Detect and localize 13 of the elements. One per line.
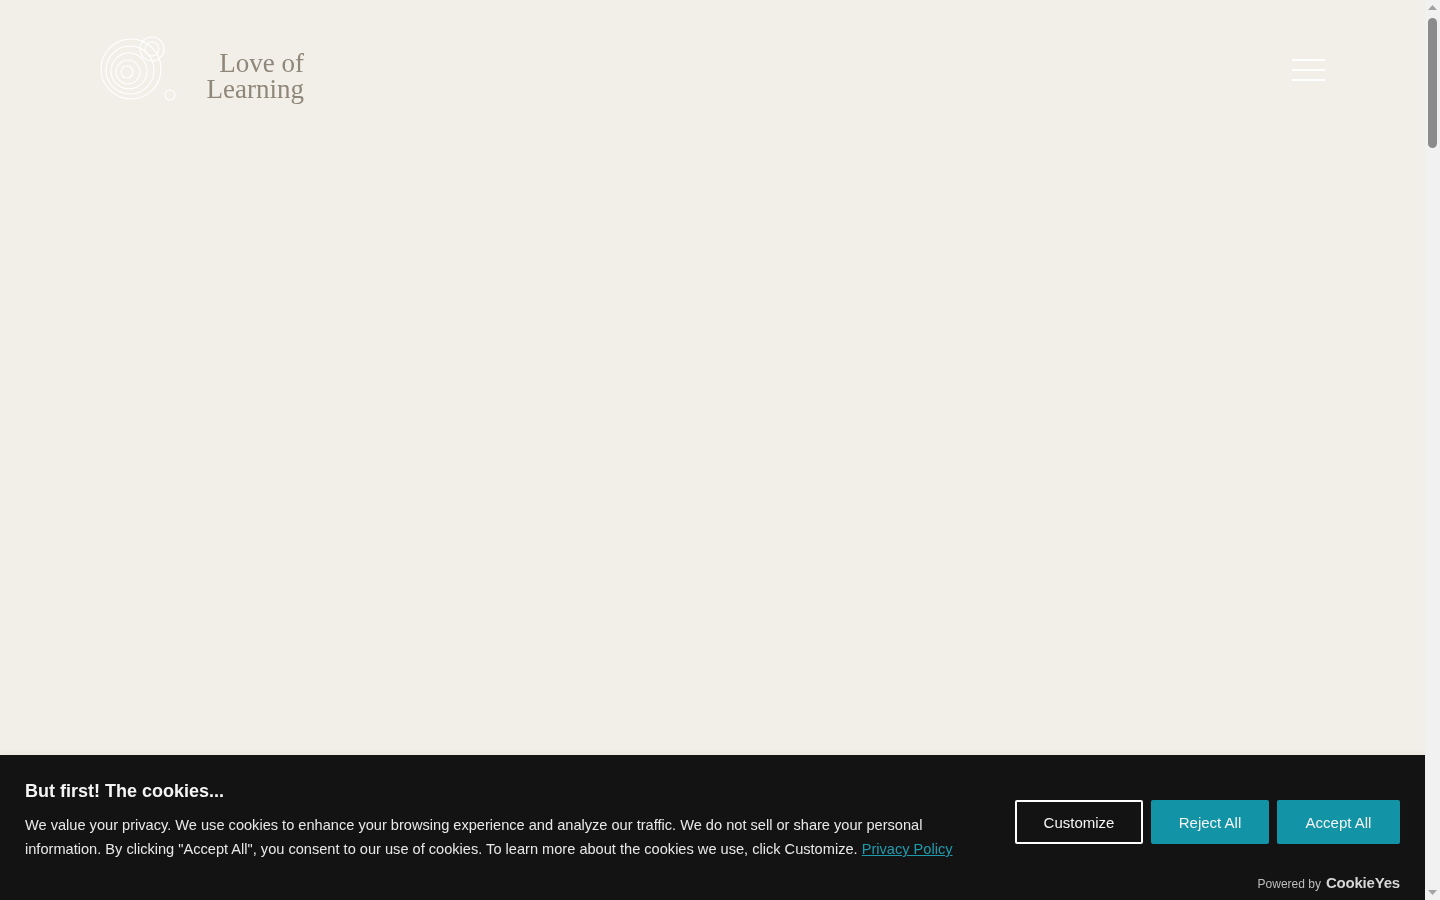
powered-by-text: Powered by — [1257, 877, 1321, 891]
logo-text[interactable]: Love of Learning — [186, 50, 304, 102]
consent-button[interactable]: Reject All — [1151, 800, 1269, 844]
scrollbar-thumb[interactable] — [1428, 18, 1437, 148]
banner-title: But first! The cookies... — [25, 780, 226, 803]
scroll-down-icon[interactable] — [1428, 890, 1437, 895]
brand-logo: CookieYes — [1325, 874, 1400, 891]
scrollbar[interactable] — [1425, 0, 1440, 900]
consent-button[interactable]: Accept All — [1277, 800, 1400, 844]
privacy-policy-link[interactable]: Privacy Policy — [861, 841, 953, 857]
scroll-up-icon[interactable] — [1428, 5, 1437, 10]
customize-button[interactable]: Customize — [1015, 800, 1143, 844]
banner-message: We value your privacy. We use cookies to enhance your browsing experience and analyze our traffic. We do not sell or share your personal information. By clicking "Accept All", you consent to our use of cookies. To learn more about the cookies we use, click Customize. Privacy Policy — [25, 816, 954, 859]
